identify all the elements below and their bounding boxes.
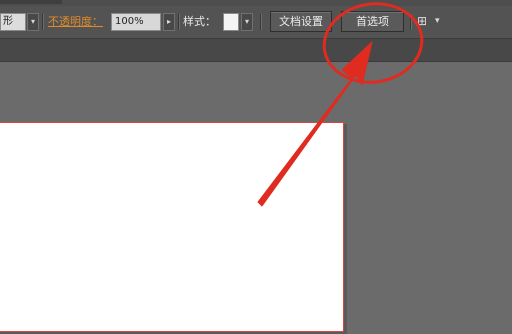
annotation-overlay — [257, 2, 424, 207]
annotation-circle — [322, 2, 424, 84]
annotation-arrow — [257, 41, 373, 207]
